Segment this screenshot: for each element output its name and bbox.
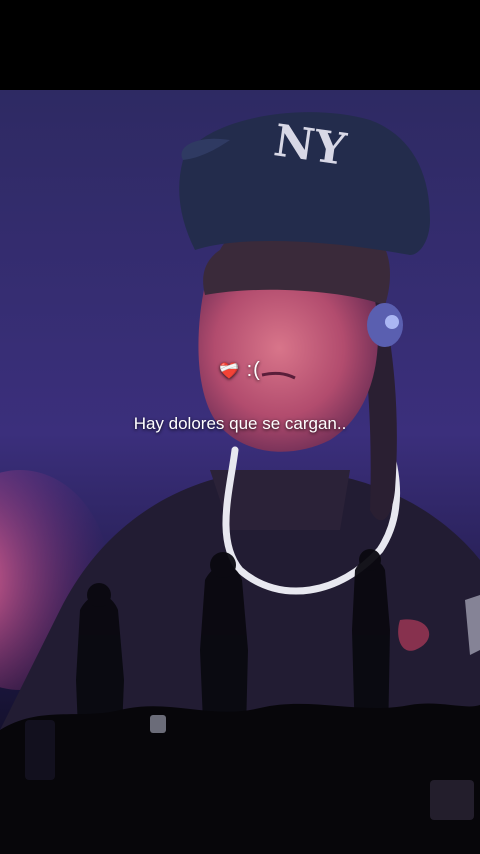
mending-heart-icon: ❤‍🩹 <box>219 363 241 380</box>
emoji-caption: ❤‍🩹 :( <box>0 359 480 382</box>
caption-text: Hay dolores que se cargan.. <box>133 414 347 433</box>
top-black-bar <box>0 0 480 90</box>
svg-text:NY: NY <box>271 115 350 176</box>
ny-cap-logo-icon: NY <box>271 115 350 176</box>
sad-emoticon: :( <box>246 359 261 381</box>
video-frame[interactable]: NY ❤‍🩹 :( Hay dolores que se cargan.. <box>0 0 480 854</box>
concert-photo: NY <box>0 90 480 854</box>
